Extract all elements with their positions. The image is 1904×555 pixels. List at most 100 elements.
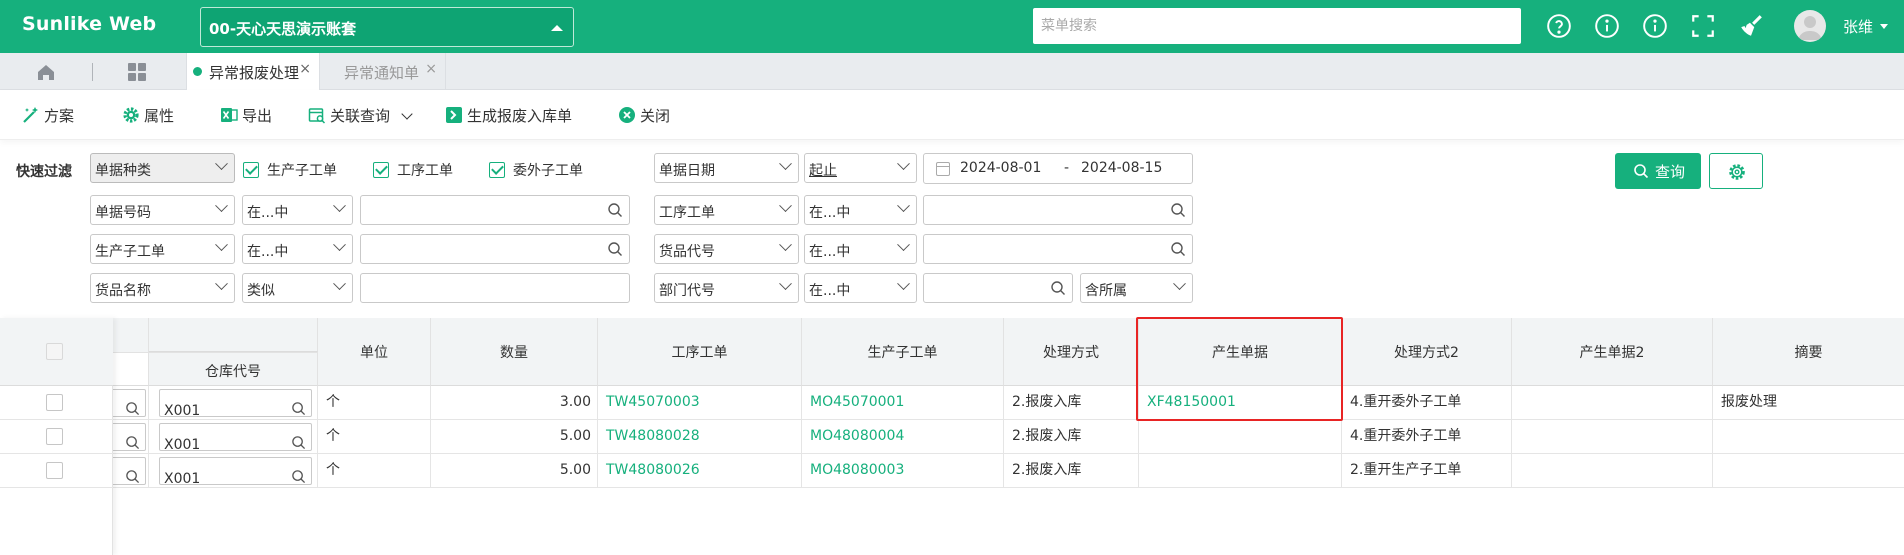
item-name-field-select[interactable]: 货品名称: [90, 273, 235, 303]
select-value: 类似: [247, 283, 275, 299]
export-button[interactable]: 导出: [220, 105, 272, 127]
company-selector[interactable]: 00-天心天思演示账套: [200, 7, 574, 47]
close-button[interactable]: 关闭: [618, 105, 670, 127]
doc-number-op-select[interactable]: 在...中: [242, 195, 353, 225]
avatar[interactable]: [1794, 10, 1826, 42]
dept-code-op-select[interactable]: 在...中: [804, 273, 917, 303]
tab-abnormal-scrap[interactable]: 异常报废处理 ×: [186, 53, 320, 90]
chevron-down-icon: [401, 108, 413, 120]
grid-menu-icon[interactable]: [126, 61, 148, 83]
doc-date-select[interactable]: 单据日期: [654, 153, 799, 183]
process-order-link[interactable]: TW48080028: [598, 420, 802, 454]
warehouse-input[interactable]: X001: [159, 389, 312, 419]
row-checkbox[interactable]: [46, 462, 63, 479]
production-sub-op-select[interactable]: 在...中: [242, 234, 353, 264]
date-range-input[interactable]: 2024-08-01 - 2024-08-15: [923, 153, 1193, 184]
calendar-icon: [936, 162, 950, 176]
method-cell: 2.报废入库: [1004, 454, 1139, 488]
column-header-unit[interactable]: 单位: [318, 318, 431, 386]
process-order-link[interactable]: TW45070003: [598, 386, 802, 420]
query-button[interactable]: 查询: [1615, 153, 1701, 189]
attribute-button[interactable]: 属性: [122, 105, 174, 127]
dept-code-input[interactable]: [923, 273, 1073, 303]
item-name-op-select[interactable]: 类似: [242, 273, 353, 303]
column-header-qty[interactable]: 数量: [431, 318, 598, 386]
export-label: 导出: [242, 107, 273, 125]
production-sub-input[interactable]: [360, 234, 630, 264]
column-header-production-sub[interactable]: 生产子工单: [802, 318, 1004, 386]
warehouse-input[interactable]: X001: [159, 423, 312, 453]
user-name[interactable]: 张维: [1843, 16, 1873, 37]
info-icon[interactable]: [1642, 13, 1668, 39]
warehouse-input[interactable]: X001: [159, 457, 312, 487]
generate-scrap-receipt-button[interactable]: 生成报废入库单: [445, 105, 572, 127]
item-code-input[interactable]: [923, 234, 1193, 264]
filter-settings-button[interactable]: [1709, 153, 1763, 189]
chevron-down-icon[interactable]: [1880, 24, 1888, 29]
fullscreen-icon[interactable]: [1690, 13, 1716, 39]
menu-search-input[interactable]: [1033, 8, 1521, 44]
column-header-summary[interactable]: 摘要: [1713, 318, 1904, 386]
doc-number-input[interactable]: [360, 195, 630, 225]
include-sub-select[interactable]: 含所属: [1080, 273, 1193, 303]
tab-abnormal-notice[interactable]: 异常通知单 ×: [320, 53, 446, 90]
date-from[interactable]: 2024-08-01: [960, 160, 1041, 176]
production-sub-checkbox[interactable]: 生产子工单: [243, 160, 337, 180]
item-name-input[interactable]: [360, 273, 630, 303]
search-icon[interactable]: [1170, 202, 1186, 218]
table-row[interactable]: X001 个 3.00 TW45070003 MO45070001 2.报废入库…: [103, 386, 1904, 420]
outsource-sub-checkbox[interactable]: 委外子工单: [489, 160, 583, 180]
row-checkbox[interactable]: [46, 428, 63, 445]
doc-number-field-select[interactable]: 单据号码: [90, 195, 235, 225]
process-order-link[interactable]: TW48080026: [598, 454, 802, 488]
select-value: 在...中: [809, 244, 851, 260]
column-header-generated-doc2[interactable]: 产生单据2: [1512, 318, 1713, 386]
process-order-field-select[interactable]: 工序工单: [654, 195, 799, 225]
search-icon[interactable]: [291, 430, 306, 450]
broom-icon[interactable]: [1738, 13, 1764, 39]
item-code-op-select[interactable]: 在...中: [804, 234, 917, 264]
info-icon[interactable]: [1594, 13, 1620, 39]
related-query-button[interactable]: 关联查询: [308, 105, 413, 127]
help-circle-icon[interactable]: [1546, 13, 1572, 39]
search-icon[interactable]: [125, 396, 140, 416]
generated-doc2-cell: [1512, 420, 1713, 454]
search-icon[interactable]: [125, 464, 140, 484]
production-sub-field-select[interactable]: 生产子工单: [90, 234, 235, 264]
select-all-checkbox[interactable]: [46, 343, 63, 360]
search-icon[interactable]: [607, 241, 623, 257]
production-sub-link[interactable]: MO48080004: [802, 420, 1004, 454]
search-icon[interactable]: [125, 430, 140, 450]
table-row[interactable]: X001 个 5.00 TW48080028 MO48080004 2.报废入库…: [103, 420, 1904, 454]
search-icon[interactable]: [1170, 241, 1186, 257]
column-header-method2[interactable]: 处理方式2: [1342, 318, 1512, 386]
row-select-cell: [0, 420, 113, 454]
close-icon[interactable]: ×: [299, 61, 311, 77]
item-code-field-select[interactable]: 货品代号: [654, 234, 799, 264]
home-icon[interactable]: [20, 60, 72, 84]
generated-doc-link[interactable]: [1139, 454, 1342, 488]
production-sub-link[interactable]: MO48080003: [802, 454, 1004, 488]
row-checkbox[interactable]: [46, 394, 63, 411]
generated-doc-link[interactable]: [1139, 420, 1342, 454]
production-sub-link[interactable]: MO45070001: [802, 386, 1004, 420]
range-op-select[interactable]: 起止: [804, 153, 917, 183]
tab-strip: 异常报废处理 × 异常通知单 ×: [0, 53, 1904, 90]
plan-button[interactable]: 方案: [22, 105, 74, 127]
column-header-method[interactable]: 处理方式: [1004, 318, 1139, 386]
unit-cell: 个: [318, 454, 431, 488]
column-header-process-order[interactable]: 工序工单: [598, 318, 802, 386]
search-icon[interactable]: [291, 464, 306, 484]
dept-code-field-select[interactable]: 部门代号: [654, 273, 799, 303]
doc-type-select[interactable]: 单据种类: [90, 153, 235, 183]
process-order-op-select[interactable]: 在...中: [804, 195, 917, 225]
search-icon[interactable]: [1050, 280, 1066, 296]
process-order-checkbox[interactable]: 工序工单: [373, 160, 453, 180]
column-header-warehouse[interactable]: 仓库代号: [149, 352, 318, 386]
close-icon[interactable]: ×: [425, 61, 437, 77]
table-row[interactable]: X001 个 5.00 TW48080026 MO48080003 2.报废入库…: [103, 454, 1904, 488]
search-icon[interactable]: [291, 396, 306, 416]
search-icon[interactable]: [607, 202, 623, 218]
date-to[interactable]: 2024-08-15: [1081, 160, 1162, 176]
process-order-input[interactable]: [923, 195, 1193, 225]
